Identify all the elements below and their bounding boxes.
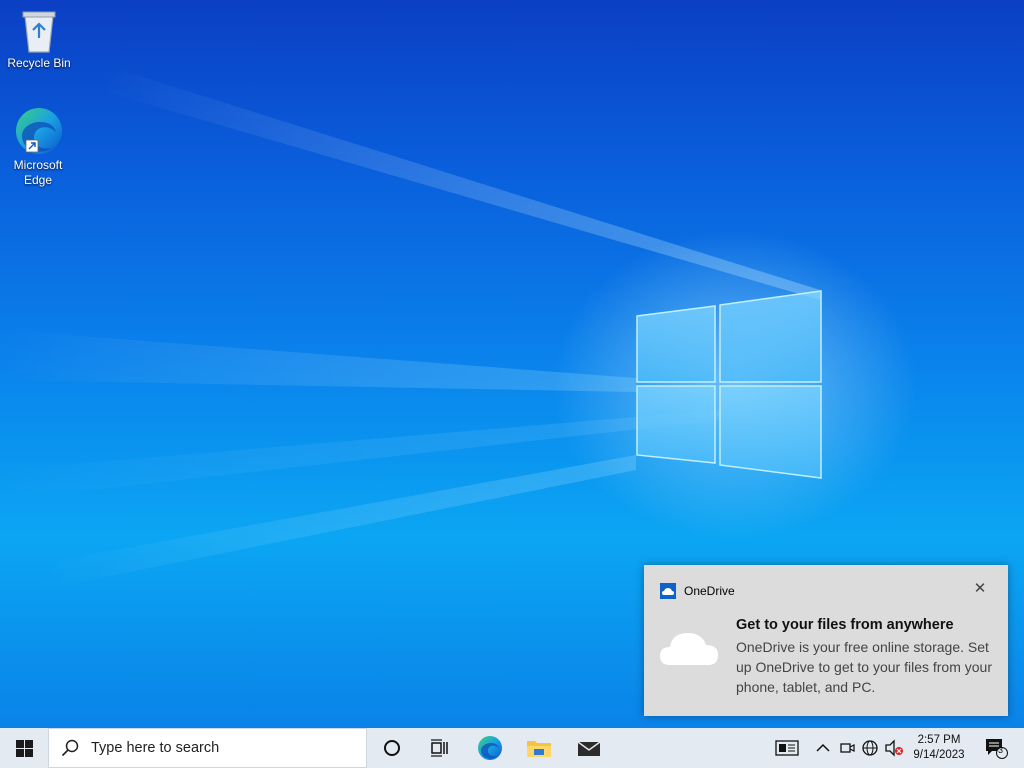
recycle-bin-icon [22,11,56,53]
meet-now-button[interactable] [836,728,858,768]
desktop-icon-label: Recycle Bin [7,56,71,70]
notification-icon [986,739,1008,759]
network-button[interactable] [859,728,881,768]
toast-close-button[interactable]: ✕ [970,579,990,599]
clock-time: 2:57 PM [917,734,961,746]
desktop-icon-microsoft-edge[interactable]: Microsoft Edge [0,106,76,188]
file-explorer-icon [527,741,551,757]
edge-icon [16,108,62,154]
task-view-button[interactable] [416,728,464,768]
start-button[interactable] [0,728,48,768]
taskbar-edge-button[interactable] [466,728,514,768]
windows-start-icon [15,739,33,757]
clock-button[interactable]: 2:57 PM 9/14/2023 [906,728,972,768]
onedrive-notification-toast[interactable]: OneDrive ✕ Get to your files from anywhe… [644,565,1008,716]
edge-icon [478,736,502,760]
onedrive-small-icon [660,583,676,599]
meet-now-icon [840,743,855,753]
news-widget-button[interactable] [770,728,804,768]
mail-button[interactable] [564,728,614,768]
taskbar: Type here to search 2:57 PM 9/14/2023 3 [0,728,1024,768]
mail-icon [577,741,601,756]
show-hidden-icons-button[interactable] [812,728,834,768]
notification-count-badge: 3 [998,745,1004,755]
action-center-button[interactable]: 3 [976,728,1016,768]
toast-title: Get to your files from anywhere [736,617,954,633]
cortana-button[interactable] [368,728,416,768]
search-icon [61,739,79,757]
desktop-icon-label: Microsoft Edge [13,158,63,187]
volume-muted-icon [885,739,903,757]
search-placeholder: Type here to search [91,740,220,756]
clock-date: 9/14/2023 [913,749,965,761]
network-globe-icon [862,740,878,756]
toast-body: OneDrive is your free online storage. Se… [736,639,992,695]
volume-button[interactable] [883,728,905,768]
search-box[interactable]: Type here to search [48,728,367,768]
desktop-icon-recycle-bin[interactable]: Recycle Bin [1,8,77,71]
news-icon [775,740,799,756]
toast-header: OneDrive [660,583,735,599]
task-view-icon [431,739,448,757]
chevron-up-icon [816,743,830,752]
file-explorer-button[interactable] [514,728,564,768]
cortana-icon [384,740,400,756]
toast-app-name: OneDrive [684,584,735,598]
cloud-icon [660,633,718,665]
